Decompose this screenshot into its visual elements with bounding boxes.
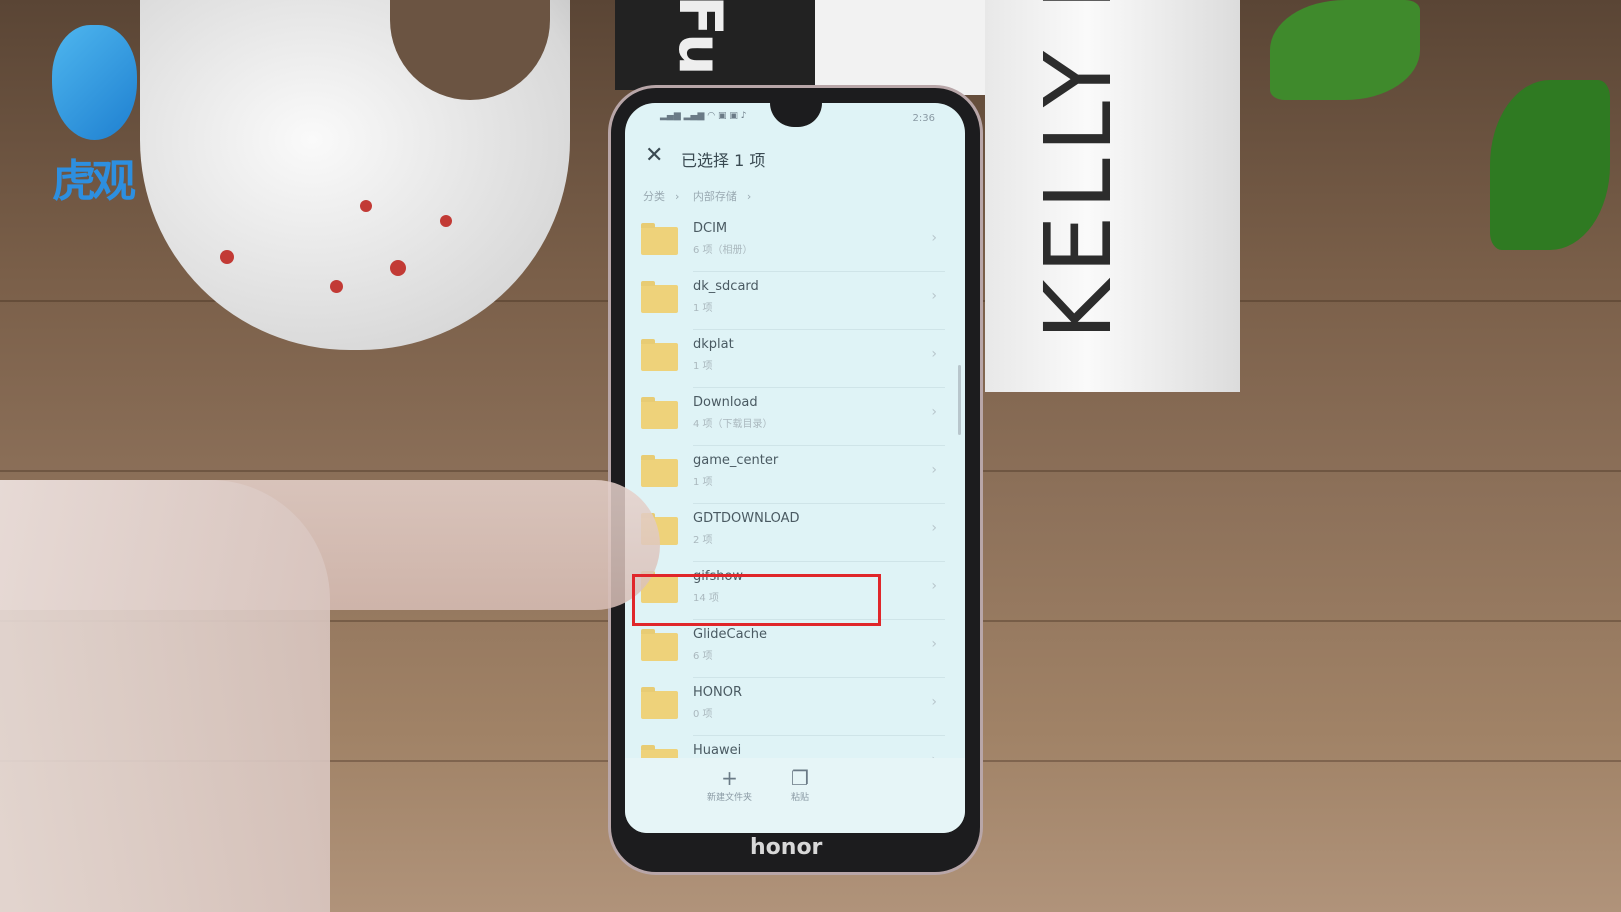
book: Fu xyxy=(615,0,815,90)
vase xyxy=(140,0,570,350)
highlight-box xyxy=(632,574,881,626)
book-spine-text: Fu xyxy=(665,0,735,76)
folder-item-count: 2 项 xyxy=(693,535,713,546)
logo: 虎观 xyxy=(52,25,147,207)
chevron-right-icon: › xyxy=(931,230,937,246)
chevron-right-icon: › xyxy=(931,288,937,304)
status-time: 2:36 xyxy=(912,113,935,124)
folder-row[interactable]: game_center 1 项 › xyxy=(625,445,945,504)
chevron-right-icon: › xyxy=(931,346,937,362)
folder-icon xyxy=(641,687,678,719)
scrollbar[interactable] xyxy=(958,365,961,435)
breadcrumb-item[interactable]: 内部存储 xyxy=(693,190,737,203)
chevron-right-icon: › xyxy=(675,190,680,203)
bottom-bar: + 新建文件夹 ❐ 粘贴 xyxy=(625,758,965,833)
folder-icon xyxy=(641,629,678,661)
new-folder-label: 新建文件夹 xyxy=(707,793,753,803)
paste-label: 粘贴 xyxy=(791,793,810,803)
close-icon[interactable]: ✕ xyxy=(645,143,663,168)
plant xyxy=(1270,0,1420,100)
plus-icon: + xyxy=(721,766,738,790)
folder-name: dkplat xyxy=(693,337,734,352)
plant xyxy=(1490,80,1610,250)
folder-name: HONOR xyxy=(693,685,742,700)
logo-text: 虎观 xyxy=(52,156,136,207)
folder-row[interactable]: GDTDOWNLOAD 2 项 › xyxy=(625,503,945,562)
logo-icon xyxy=(52,25,137,140)
folder-name: Huawei xyxy=(693,743,742,758)
folder-name: dk_sdcard xyxy=(693,279,759,294)
folder-name: GDTDOWNLOAD xyxy=(693,511,800,526)
folder-item-count: 0 项 xyxy=(693,709,713,720)
folder-icon xyxy=(641,397,678,429)
folder-row[interactable]: GlideCache 6 项 › xyxy=(625,619,945,678)
folder-item-count: 6 项 xyxy=(693,651,713,662)
folder-row[interactable]: DCIM 6 项（相册） › xyxy=(625,213,945,272)
folder-name: Download xyxy=(693,395,758,410)
folder-row[interactable]: Download 4 项（下载目录） › xyxy=(625,387,945,446)
folder-icon xyxy=(641,223,678,255)
book: KELLY HO xyxy=(985,0,1240,392)
chevron-right-icon: › xyxy=(746,190,752,203)
folder-item-count: 1 项 xyxy=(693,361,713,372)
folder-item-count: 1 项 xyxy=(693,477,713,488)
folder-item-count: 4 项（下载目录） xyxy=(693,419,773,430)
folder-icon xyxy=(641,455,678,487)
folder-icon xyxy=(641,339,678,371)
folder-row[interactable]: dk_sdcard 1 项 › xyxy=(625,271,945,330)
chevron-right-icon: › xyxy=(931,636,937,652)
hand xyxy=(0,480,330,912)
new-folder-button[interactable]: + 新建文件夹 xyxy=(707,766,752,803)
phone-screen: ▂▄▆ ▂▄▆ ◠ ▣ ▣ ♪ 2:36 ✕ 已选择 1 项 分类 › 内部存储 ›… xyxy=(625,103,965,833)
chevron-right-icon: › xyxy=(931,578,937,594)
page-title: 已选择 1 项 xyxy=(681,151,766,170)
folder-item-count: 1 项 xyxy=(693,303,713,314)
book-spine-text: KELLY HO xyxy=(1025,0,1132,340)
chevron-right-icon: › xyxy=(931,462,937,478)
folder-row[interactable]: HONOR 0 项 › xyxy=(625,677,945,736)
folder-name: DCIM xyxy=(693,221,728,236)
chevron-right-icon: › xyxy=(931,694,937,710)
camera-notch xyxy=(770,103,822,127)
chevron-right-icon: › xyxy=(931,404,937,420)
folder-row[interactable]: dkplat 1 项 › xyxy=(625,329,945,388)
book xyxy=(815,0,995,95)
folder-icon xyxy=(641,281,678,313)
breadcrumb-item[interactable]: 分类 xyxy=(643,190,665,203)
paste-button[interactable]: ❐ 粘贴 xyxy=(791,766,809,803)
folder-name: GlideCache xyxy=(693,627,767,642)
breadcrumb: 分类 › 内部存储 › xyxy=(643,188,761,204)
folder-name: game_center xyxy=(693,453,779,468)
signal-icons: ▂▄▆ ▂▄▆ ◠ ▣ ▣ ♪ xyxy=(660,111,747,121)
phone-brand: honor xyxy=(750,835,823,860)
chevron-right-icon: › xyxy=(931,520,937,536)
folder-item-count: 6 项（相册） xyxy=(693,245,753,256)
paste-icon: ❐ xyxy=(791,766,809,790)
